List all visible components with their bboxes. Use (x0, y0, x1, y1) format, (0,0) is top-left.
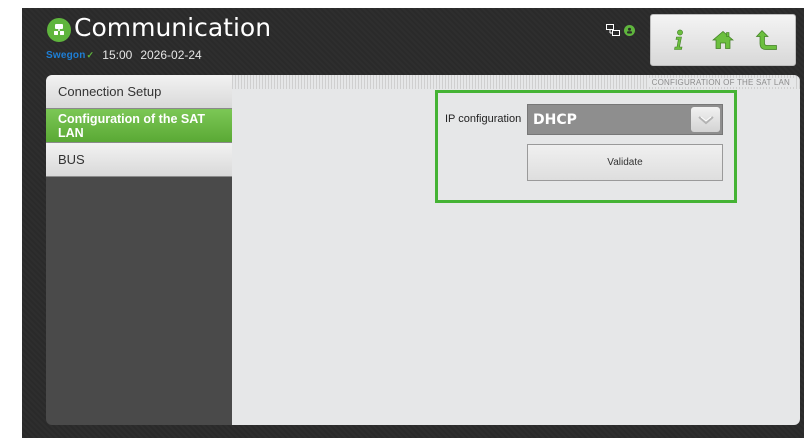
clock-time: 15:00 (102, 48, 133, 62)
status-indicators (606, 24, 635, 36)
home-icon (712, 31, 734, 49)
info-button[interactable] (661, 22, 697, 58)
app-frame: Communication Swegon✓ 15:00 2026-02-24 C… (22, 8, 804, 438)
section-title: CONFIGURATION OF THE SAT LAN (647, 77, 794, 87)
page-title: Communication (74, 13, 272, 42)
ip-configuration-label: IP configuration (445, 113, 522, 125)
brand-logo: Swegon✓ (46, 49, 95, 61)
back-button[interactable] (749, 22, 785, 58)
home-button[interactable] (705, 22, 741, 58)
sidebar-menu: Connection Setup Configuration of the SA… (46, 75, 232, 425)
chevron-down-icon (697, 115, 714, 124)
communication-icon (47, 18, 71, 42)
back-arrow-icon (755, 29, 777, 50)
user-status-icon (624, 24, 635, 36)
header-info-row: Swegon✓ 15:00 2026-02-24 (46, 48, 202, 62)
validate-button[interactable]: Validate (527, 144, 723, 181)
section-header: CONFIGURATION OF THE SAT LAN (232, 75, 800, 89)
info-icon (674, 29, 683, 50)
sidebar-item-connection-setup[interactable]: Connection Setup (46, 75, 232, 109)
header-toolbar (650, 14, 796, 66)
ip-configuration-dropdown[interactable]: DHCP (527, 104, 723, 135)
clock-date: 2026-02-24 (140, 48, 202, 62)
network-icon (606, 24, 620, 36)
dropdown-toggle[interactable] (691, 107, 720, 132)
content-panel: CONFIGURATION OF THE SAT LAN IP configur… (232, 75, 800, 425)
sidebar-item-bus[interactable]: BUS (46, 143, 232, 177)
ip-configuration-value: DHCP (533, 111, 577, 128)
sidebar-item-sat-lan-configuration[interactable]: Configuration of the SAT LAN (46, 109, 232, 143)
